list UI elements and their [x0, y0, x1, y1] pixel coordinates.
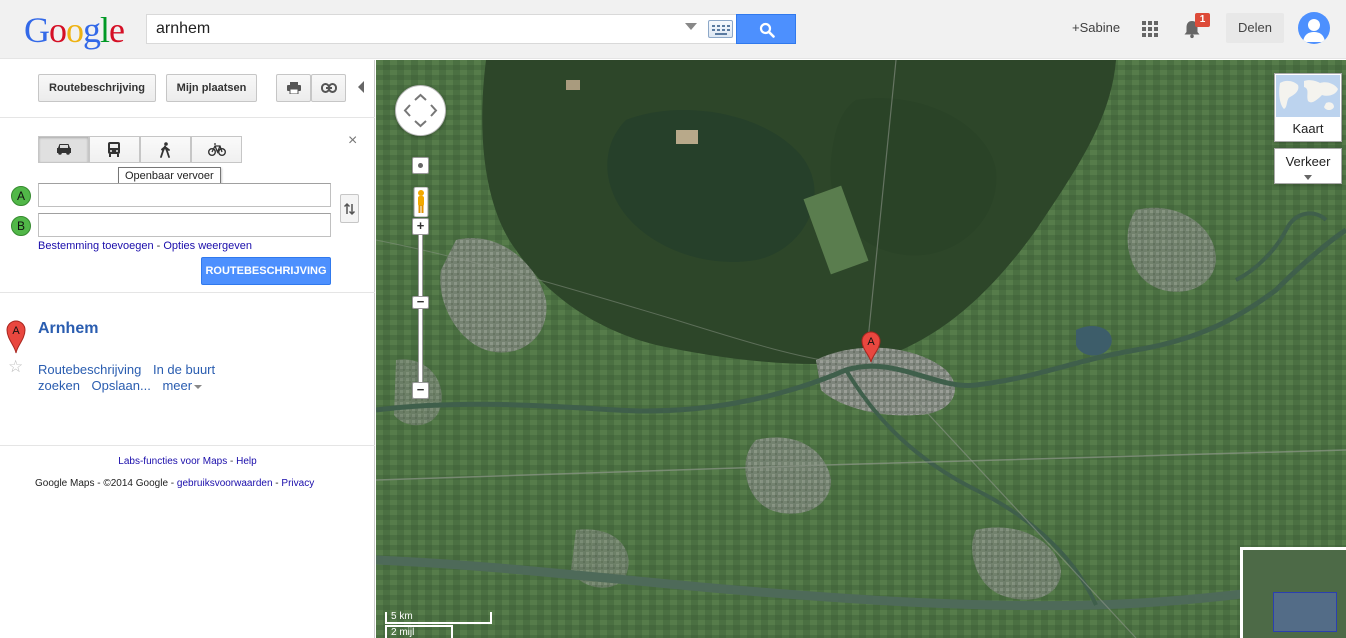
result-save-link[interactable]: Opslaan...	[92, 378, 151, 393]
directions-button[interactable]: Routebeschrijving	[38, 74, 156, 102]
walking-icon	[160, 142, 170, 158]
zoom-reset-button[interactable]	[412, 157, 429, 174]
chevron-down-icon	[194, 384, 203, 389]
route-options-links: Bestemming toevoegen - Opties weergeven	[38, 240, 252, 252]
search-button[interactable]	[736, 14, 796, 44]
avatar[interactable]	[1298, 12, 1330, 44]
bicycle-icon	[208, 143, 226, 156]
scale-bar: 5 km 2 mijl	[385, 612, 495, 638]
map-pin-letter: A	[867, 336, 875, 348]
map-view-label: Kaart	[1292, 121, 1324, 136]
zoom-out-button[interactable]: −	[412, 382, 429, 399]
close-directions-icon[interactable]: ×	[348, 132, 357, 150]
avatar-icon	[1303, 19, 1325, 42]
dot-icon	[418, 163, 423, 168]
google-logo[interactable]: Google	[24, 10, 125, 50]
apps-grid-icon[interactable]	[1142, 21, 1158, 37]
car-icon	[57, 144, 71, 155]
add-destination-link[interactable]: Bestemming toevoegen	[38, 240, 154, 252]
zoom-slider-track[interactable]	[418, 228, 423, 390]
map-thumbnail	[1276, 75, 1340, 117]
travel-mode-car[interactable]	[38, 136, 89, 163]
footer-links: Labs-functies voor Maps - Help	[0, 456, 375, 467]
privacy-link[interactable]: Privacy	[281, 478, 314, 489]
star-icon[interactable]: ☆	[8, 357, 23, 377]
chevron-down-icon	[1304, 175, 1312, 180]
left-panel: Routebeschrijving Mijn plaatsen × Openba…	[0, 60, 375, 638]
logo-letter: e	[109, 10, 125, 50]
zoom-slider-handle[interactable]: −	[412, 295, 429, 309]
result-directions-link[interactable]: Routebeschrijving	[38, 362, 141, 377]
pan-arrows-icon	[403, 93, 438, 128]
search-box	[146, 14, 737, 44]
logo-letter: o	[66, 10, 84, 50]
travel-mode-bicycle[interactable]	[191, 136, 242, 163]
collapse-panel-icon[interactable]	[358, 81, 364, 93]
overview-map[interactable]	[1240, 547, 1346, 638]
swap-locations-button[interactable]	[340, 194, 359, 223]
notification-count-badge[interactable]: 1	[1195, 13, 1210, 27]
logo-letter: g	[83, 10, 101, 50]
divider	[0, 292, 375, 293]
help-link[interactable]: Help	[236, 456, 257, 467]
scale-mi-label: 2 mijl	[385, 625, 453, 638]
pegman-icon[interactable]	[413, 187, 429, 217]
divider	[0, 445, 375, 446]
result-more-link[interactable]: meer	[162, 378, 203, 393]
result-pin-icon: A	[6, 320, 26, 354]
logo-letter: G	[24, 10, 50, 50]
start-marker-icon: A	[11, 186, 31, 206]
labs-link[interactable]: Labs-functies voor Maps	[118, 456, 227, 467]
travel-mode-walking[interactable]	[140, 136, 191, 163]
map-canvas[interactable]: + − − Kaart Verkeer A 5 km 2 mijl	[376, 60, 1346, 638]
search-input[interactable]	[147, 15, 677, 43]
overview-viewport-box[interactable]	[1273, 592, 1337, 632]
footer-legal: Google Maps - ©2014 Google - gebruiksvoo…	[35, 478, 314, 489]
logo-letter: l	[100, 10, 110, 50]
world-map-icon	[1279, 80, 1338, 110]
map-view-toggle[interactable]: Kaart	[1274, 73, 1342, 142]
footer-separator: -	[227, 456, 237, 467]
map-marker-pin-icon[interactable]: A	[861, 331, 881, 363]
show-options-link[interactable]: Opties weergeven	[163, 240, 252, 252]
pan-control[interactable]	[395, 85, 446, 136]
share-button[interactable]: Delen	[1226, 13, 1284, 43]
search-icon	[759, 22, 775, 38]
swap-icon	[343, 202, 356, 216]
destination-location-input[interactable]	[38, 213, 331, 237]
get-directions-button[interactable]: ROUTEBESCHRIJVING	[201, 257, 331, 285]
result-pin-letter: A	[12, 325, 20, 337]
terms-link[interactable]: gebruiksvoorwaarden	[177, 478, 273, 489]
print-button[interactable]	[276, 74, 311, 102]
link-button[interactable]	[311, 74, 346, 102]
search-history-dropdown-icon[interactable]	[685, 23, 697, 30]
traffic-label: Verkeer	[1285, 154, 1331, 169]
destination-marker-icon: B	[11, 216, 31, 236]
my-places-button[interactable]: Mijn plaatsen	[166, 74, 257, 102]
link-icon	[320, 83, 337, 93]
print-icon	[286, 82, 301, 95]
result-title[interactable]: Arnhem	[38, 320, 98, 338]
result-actions: Routebeschrijving In de buurt zoeken Ops…	[38, 362, 238, 394]
start-location-input[interactable]	[38, 183, 331, 207]
travel-mode-transit[interactable]	[89, 136, 140, 163]
copyright-text: Google Maps - ©2014 Google -	[35, 478, 177, 489]
divider	[0, 117, 375, 118]
zoom-in-button[interactable]: +	[412, 218, 429, 235]
link-separator: -	[153, 240, 164, 252]
more-label: meer	[162, 378, 193, 393]
scale-km-label: 5 km	[385, 612, 492, 624]
keyboard-icon[interactable]	[708, 20, 733, 38]
traffic-layer-dropdown[interactable]: Verkeer	[1274, 148, 1342, 184]
bus-icon	[108, 142, 120, 157]
top-bar: Google +Sabine 1 Delen	[0, 0, 1346, 59]
user-profile-link[interactable]: +Sabine	[1072, 20, 1120, 35]
logo-letter: o	[49, 10, 67, 50]
